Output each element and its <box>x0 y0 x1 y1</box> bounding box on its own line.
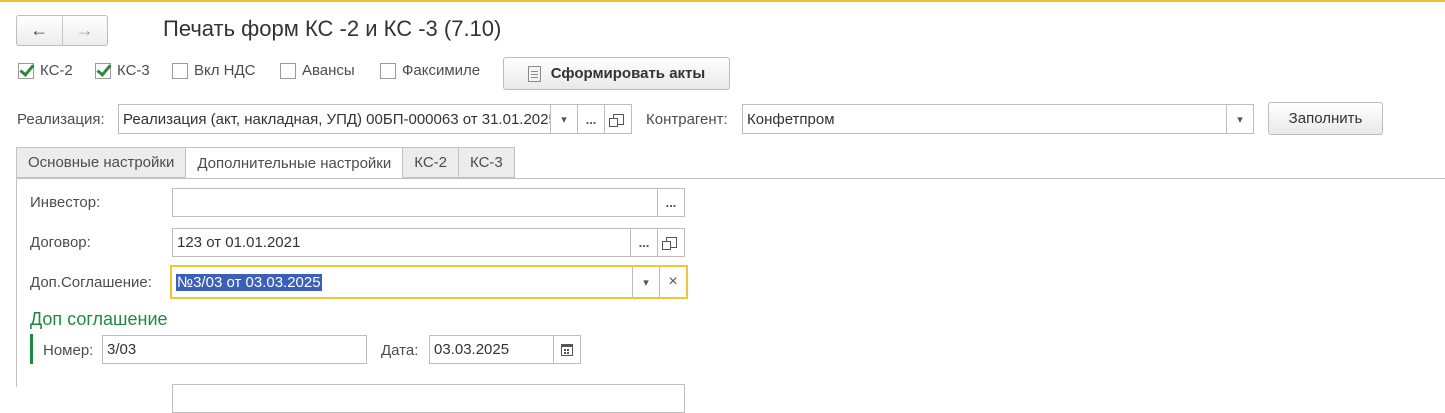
agreement-label: Доп.Соглашение: <box>30 274 152 291</box>
back-arrow-icon[interactable]: ← <box>17 16 62 45</box>
ellipsis-icon[interactable]: ... <box>577 105 604 133</box>
open-icon[interactable] <box>604 105 631 133</box>
calendar-button[interactable] <box>553 336 580 363</box>
realization-field[interactable]: Реализация (акт, накладная, УПД) 00БП-00… <box>118 104 632 134</box>
agreement-value: №3/03 от 03.03.2025 <box>176 273 322 291</box>
navigation-buttons: ← → <box>16 15 108 46</box>
document-icon <box>527 65 541 82</box>
open-form-icon <box>661 237 677 250</box>
tab-ks2[interactable]: КС-2 <box>402 147 459 178</box>
open-form-icon <box>608 113 624 127</box>
date-value[interactable]: 03.03.2025 <box>430 336 553 363</box>
ellipsis-icon[interactable]: ... <box>630 229 657 256</box>
realization-value[interactable]: Реализация (акт, накладная, УПД) 00БП-00… <box>119 105 550 133</box>
tab-panel-left-border <box>16 178 17 387</box>
generate-acts-label: Сформировать акты <box>550 65 706 82</box>
investor-field[interactable]: ... <box>172 188 685 217</box>
clear-icon[interactable]: × <box>659 267 686 297</box>
tab-bar: Основные настройки Дополнительные настро… <box>16 147 515 179</box>
counterparty-value[interactable]: Конфетпром <box>743 105 1226 133</box>
number-label: Номер: <box>43 342 94 359</box>
advances-checkbox[interactable]: Авансы <box>280 62 355 79</box>
next-field[interactable] <box>172 384 685 413</box>
tab-main-settings[interactable]: Основные настройки <box>16 147 186 178</box>
ks2-checkbox[interactable]: КС-2 <box>18 62 73 79</box>
agreement-field[interactable]: №3/03 от 03.03.2025 ▾ × <box>170 265 688 299</box>
facsimile-label: Факсимиле <box>402 62 481 79</box>
checkbox-checked-icon <box>95 62 111 79</box>
counterparty-label: Контрагент: <box>646 111 728 128</box>
fill-button[interactable]: Заполнить <box>1268 102 1383 135</box>
checkbox-checked-icon <box>18 62 34 79</box>
generate-acts-button[interactable]: Сформировать акты <box>503 57 730 90</box>
ks3-checkbox[interactable]: КС-3 <box>95 62 150 79</box>
section-title: Доп соглашение <box>30 309 168 329</box>
checkbox-empty-icon <box>280 62 296 79</box>
date-field[interactable]: 03.03.2025 <box>429 335 581 364</box>
page-title: Печать форм КС -2 и КС -3 (7.10) <box>163 16 502 41</box>
checkbox-empty-icon <box>172 62 188 79</box>
investor-label: Инвестор: <box>30 194 101 211</box>
tab-ks3[interactable]: КС-3 <box>458 147 515 178</box>
section-group-bar <box>30 334 33 364</box>
vat-label: Вкл НДС <box>194 62 256 79</box>
number-value[interactable]: 3/03 <box>103 336 366 363</box>
realization-label: Реализация: <box>17 111 105 128</box>
facsimile-checkbox[interactable]: Факсимиле <box>380 62 480 79</box>
checkbox-empty-icon <box>380 62 396 79</box>
date-label: Дата: <box>381 342 419 359</box>
tab-additional-settings[interactable]: Дополнительные настройки <box>185 147 403 179</box>
advances-label: Авансы <box>302 62 355 79</box>
vat-checkbox[interactable]: Вкл НДС <box>172 62 255 79</box>
agreement-input[interactable]: №3/03 от 03.03.2025 <box>172 267 632 297</box>
chevron-down-icon[interactable]: ▾ <box>1226 105 1253 133</box>
contract-field[interactable]: 123 от 01.01.2021 ... <box>172 228 685 257</box>
forward-arrow-icon[interactable]: → <box>61 16 108 45</box>
chevron-down-icon[interactable]: ▾ <box>632 267 659 297</box>
calendar-icon <box>561 343 573 356</box>
ks2-label: КС-2 <box>40 62 73 79</box>
ellipsis-icon[interactable]: ... <box>657 189 684 216</box>
number-field[interactable]: 3/03 <box>102 335 367 364</box>
chevron-down-icon[interactable]: ▾ <box>550 105 577 133</box>
ks3-label: КС-3 <box>117 62 150 79</box>
counterparty-field[interactable]: Конфетпром ▾ <box>742 104 1254 134</box>
tab-panel-border <box>16 178 1445 179</box>
open-icon[interactable] <box>657 229 684 256</box>
contract-value[interactable]: 123 от 01.01.2021 <box>173 229 630 256</box>
contract-label: Договор: <box>30 234 91 251</box>
investor-value[interactable] <box>173 189 657 216</box>
